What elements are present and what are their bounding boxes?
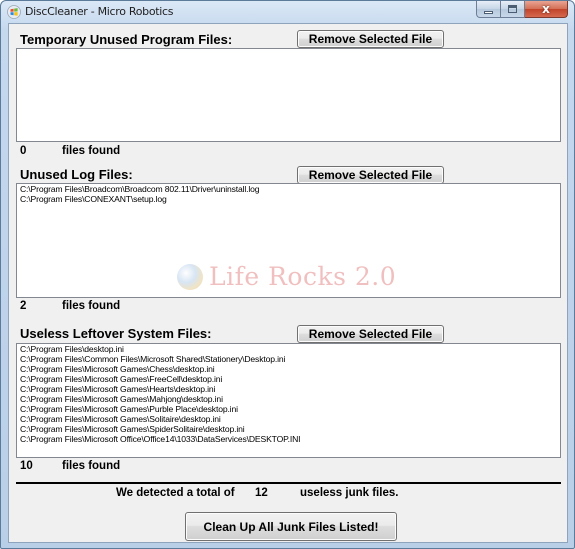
temporary-files-count-label: files found [62, 145, 121, 157]
system-files-list[interactable]: C:\Program Files\desktop.ini C:\Program F… [16, 343, 561, 458]
minimize-icon [484, 10, 493, 14]
list-item[interactable]: C:\Program Files\desktop.ini [17, 344, 560, 354]
title-bar[interactable]: DiscCleaner - Micro Robotics x [1, 1, 574, 23]
remove-system-file-button[interactable]: Remove Selected File [297, 325, 444, 343]
log-files-count: 2 [20, 300, 27, 312]
list-item[interactable]: C:\Program Files\Microsoft Games\SpiderS… [17, 424, 560, 434]
temporary-files-count: 0 [20, 145, 27, 157]
list-item[interactable]: C:\Program Files\Microsoft Office\Office… [17, 434, 560, 444]
windows-logo-icon [7, 5, 21, 19]
summary-total: 12 [255, 487, 268, 499]
system-files-count: 10 [20, 460, 33, 472]
list-item[interactable]: C:\Program Files\Microsoft Games\Chess\d… [17, 364, 560, 374]
list-item[interactable]: C:\Program Files\Microsoft Games\FreeCel… [17, 374, 560, 384]
client-area: Temporary Unused Program Files: Remove S… [8, 23, 568, 543]
temporary-files-label: Temporary Unused Program Files: [20, 32, 233, 47]
maximize-icon [508, 5, 517, 13]
temporary-files-list[interactable] [16, 48, 561, 142]
summary-suffix: useless junk files. [300, 487, 399, 499]
list-item[interactable]: C:\Program Files\Microsoft Games\Mahjong… [17, 394, 560, 404]
maximize-button[interactable] [501, 1, 525, 18]
log-files-label: Unused Log Files: [20, 167, 133, 182]
close-icon: x [542, 2, 550, 16]
app-window: DiscCleaner - Micro Robotics x Temporary… [0, 0, 575, 549]
system-files-count-label: files found [62, 460, 121, 472]
summary-prefix: We detected a total of [116, 487, 235, 499]
list-item[interactable]: C:\Program Files\CONEXANT\setup.log [17, 194, 560, 204]
log-files-list[interactable]: C:\Program Files\Broadcom\Broadcom 802.1… [16, 183, 561, 298]
list-item[interactable]: C:\Program Files\Microsoft Games\Purble … [17, 404, 560, 414]
remove-log-file-button[interactable]: Remove Selected File [297, 166, 444, 184]
list-item[interactable]: C:\Program Files\Microsoft Games\Hearts\… [17, 384, 560, 394]
window-title: DiscCleaner - Micro Robotics [25, 5, 174, 18]
remove-temporary-file-button[interactable]: Remove Selected File [297, 30, 444, 48]
close-button[interactable]: x [525, 1, 568, 18]
log-files-count-label: files found [62, 300, 121, 312]
list-item[interactable]: C:\Program Files\Microsoft Games\Solitai… [17, 414, 560, 424]
list-item[interactable]: C:\Program Files\Common Files\Microsoft … [17, 354, 560, 364]
separator-line [16, 482, 561, 484]
list-item[interactable]: C:\Program Files\Broadcom\Broadcom 802.1… [17, 184, 560, 194]
minimize-button[interactable] [476, 1, 501, 18]
caption-buttons: x [476, 1, 568, 18]
clean-up-all-button[interactable]: Clean Up All Junk Files Listed! [185, 512, 397, 541]
system-files-label: Useless Leftover System Files: [20, 326, 212, 341]
